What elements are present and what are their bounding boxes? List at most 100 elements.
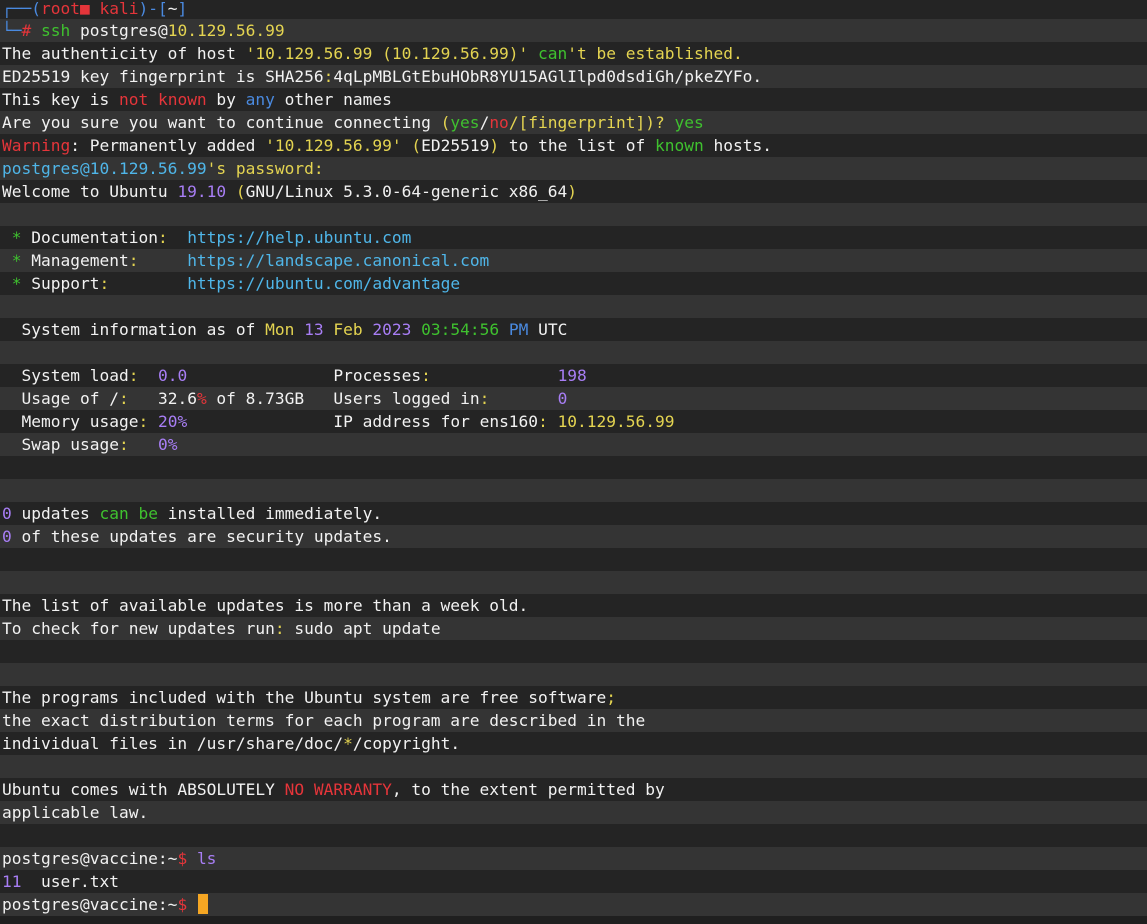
terminal-line: the exact distribution terms for each pr… [0,709,1147,732]
terminal-text: user.txt [21,872,119,891]
terminal-text: https://help.ubuntu.com [187,228,412,247]
terminal-text: ( [440,113,451,132]
terminal-text: : [128,366,139,385]
terminal-text: 10.129.56.99 [557,412,675,431]
terminal-text: 03:54:56 [421,320,500,339]
terminal-text: : [118,435,129,454]
terminal-text: ; [606,688,616,707]
terminal-text: sudo apt update [284,619,441,638]
terminal-line: * Support: https://ubuntu.com/advantage [0,272,1147,295]
terminal-text: the exact distribution terms for each pr… [2,711,646,730]
terminal-text: * [343,734,353,753]
terminal-text: ) [567,182,578,201]
terminal-line: postgres@vaccine:~$ ls [0,847,1147,870]
terminal-text: 0 [557,389,568,408]
terminal-text: can [99,504,129,523]
terminal-text: Ubuntu comes with ABSOLUTELY [2,780,285,799]
terminal-text: : [118,389,129,408]
terminal-line [0,755,1147,778]
terminal-line: The programs included with the Ubuntu sy… [0,686,1147,709]
terminal-line: postgres@vaccine:~$ [0,893,1147,916]
terminal-text: /copyright. [352,734,461,753]
terminal-text: 't be established. [567,44,743,63]
terminal-text: Usage of / [2,389,119,408]
terminal-text: Are you sure you want to continue connec… [2,113,441,132]
terminal-text: ~ [167,0,178,18]
terminal-cursor [197,894,208,914]
terminal-text: installed immediately. [157,504,383,523]
terminal-text: PM [508,320,529,339]
terminal-text: individual files in /usr/share/doc/ [2,734,344,753]
terminal-line: Memory usage: 20% IP address for ens160:… [0,410,1147,433]
terminal-line [0,663,1147,686]
terminal-text: % [196,389,207,408]
terminal-text: : Permanently added [70,136,266,155]
terminal-text: known [655,136,704,155]
terminal-text: Swap usage [2,435,119,454]
terminal-text: by [206,90,246,109]
terminal-line: * Documentation: https://help.ubuntu.com [0,226,1147,249]
terminal-text: # [21,21,41,40]
terminal-text: 32.6 [157,389,197,408]
terminal-text: : [138,412,149,431]
terminal-text: ED25519 [421,136,490,155]
terminal-text: $ [177,895,188,914]
terminal-line [0,548,1147,571]
terminal-line [0,203,1147,226]
terminal-line: This key is not known by any other names [0,88,1147,111]
terminal-line: The authenticity of host '10.129.56.99 (… [0,42,1147,65]
terminal-text: GNU/Linux 5.3.0-64-generic x86_64 [245,182,568,201]
terminal-line [0,295,1147,318]
terminal-text: 198 [557,366,587,385]
terminal-line: └─# ssh postgres@10.129.56.99 [0,19,1147,42]
terminal-text: UTC [528,320,568,339]
terminal-line: System information as of Mon 13 Feb 2023… [0,318,1147,341]
terminal-text: applicable law. [2,803,149,822]
terminal-text: System load [2,366,129,385]
terminal-line: ┌──(root■ kali)-[~] [0,0,1147,19]
terminal-text: other names [274,90,392,109]
terminal-text: ■ [79,0,100,18]
terminal-text: Warning [2,136,71,155]
terminal-text: '10.129.56.99 (10.129.56.99)' [245,44,529,63]
terminal-text: ] [177,0,188,18]
terminal-text: 19.10 [177,182,227,201]
terminal-text: updates [11,504,100,523]
terminal-text: 0 [2,504,12,523]
terminal-text: IP address for ens160 [187,412,539,431]
terminal-line: Ubuntu comes with ABSOLUTELY NO WARRANTY… [0,778,1147,801]
terminal-text: Management [21,251,129,270]
terminal-text: '10.129.56.99' [265,136,402,155]
terminal-window[interactable]: ┌──(root■ kali)-[~] └─# ssh postgres@10.1… [0,0,1147,924]
terminal-text: This key is [2,90,119,109]
terminal-text: NO WARRANTY [284,780,392,799]
terminal-text: Processes [187,366,422,385]
terminal-text: not [118,90,149,109]
terminal-line: Warning: Permanently added '10.129.56.99… [0,134,1147,157]
terminal-text: root [40,0,80,18]
terminal-text: postgres@ [79,21,168,40]
terminal-line: The list of available updates is more th… [0,594,1147,617]
terminal-line: applicable law. [0,801,1147,824]
terminal-text: : [538,412,548,431]
terminal-text: Support [21,274,100,293]
terminal-text: 0.0 [157,366,188,385]
terminal-line [0,479,1147,502]
terminal-line: System load: 0.0 Processes: 198 [0,364,1147,387]
terminal-text: ┌──( [2,0,41,18]
terminal-line: * Management: https://landscape.canonica… [0,249,1147,272]
terminal-text: 's password: [206,159,324,178]
terminal-text: Documentation [21,228,158,247]
